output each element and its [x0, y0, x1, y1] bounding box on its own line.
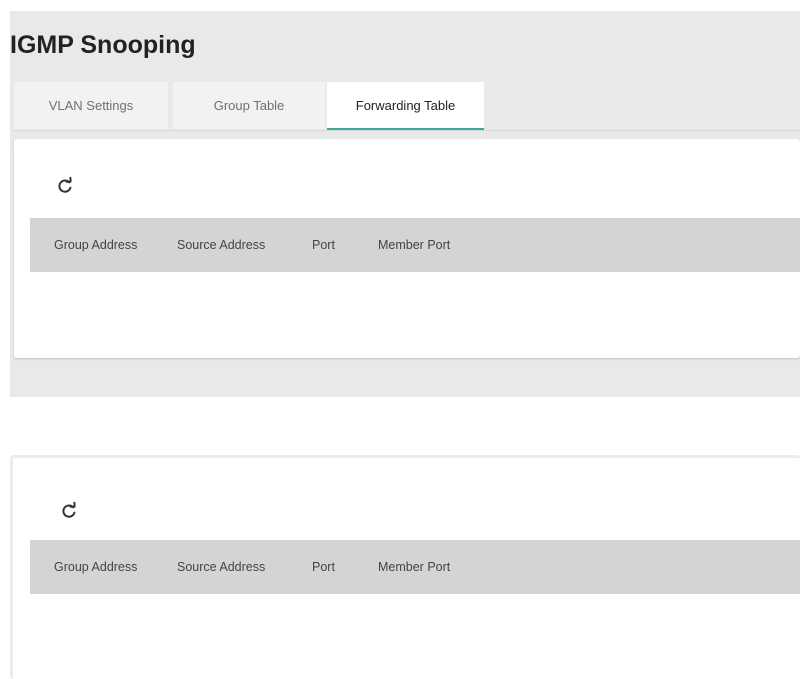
page-title: IGMP Snooping: [10, 31, 196, 59]
tab-bar: VLAN Settings Group Table Forwarding Tab…: [14, 82, 800, 131]
refresh-button[interactable]: [54, 175, 76, 197]
tab-vlan-settings[interactable]: VLAN Settings: [14, 82, 168, 129]
column-member-port[interactable]: Member Port: [378, 218, 450, 272]
column-group-address[interactable]: Group Address: [54, 218, 137, 272]
table-header: Group Address Source Address Port Member…: [30, 540, 800, 594]
column-port[interactable]: Port: [312, 540, 335, 594]
forwarding-table-card-2: Group Address Source Address Port Member…: [10, 455, 800, 679]
column-source-address[interactable]: Source Address: [177, 540, 265, 594]
refresh-icon: [58, 176, 72, 193]
tab-forwarding-table[interactable]: Forwarding Table: [327, 82, 484, 130]
forwarding-table-card: Group Address Source Address Port Member…: [14, 139, 800, 358]
tab-group-table[interactable]: Group Table: [173, 82, 325, 129]
refresh-icon: [62, 501, 76, 518]
column-port[interactable]: Port: [312, 218, 335, 272]
column-source-address[interactable]: Source Address: [177, 218, 265, 272]
column-group-address[interactable]: Group Address: [54, 540, 137, 594]
table-header: Group Address Source Address Port Member…: [30, 218, 800, 272]
column-member-port[interactable]: Member Port: [378, 540, 450, 594]
refresh-button[interactable]: [58, 500, 80, 522]
